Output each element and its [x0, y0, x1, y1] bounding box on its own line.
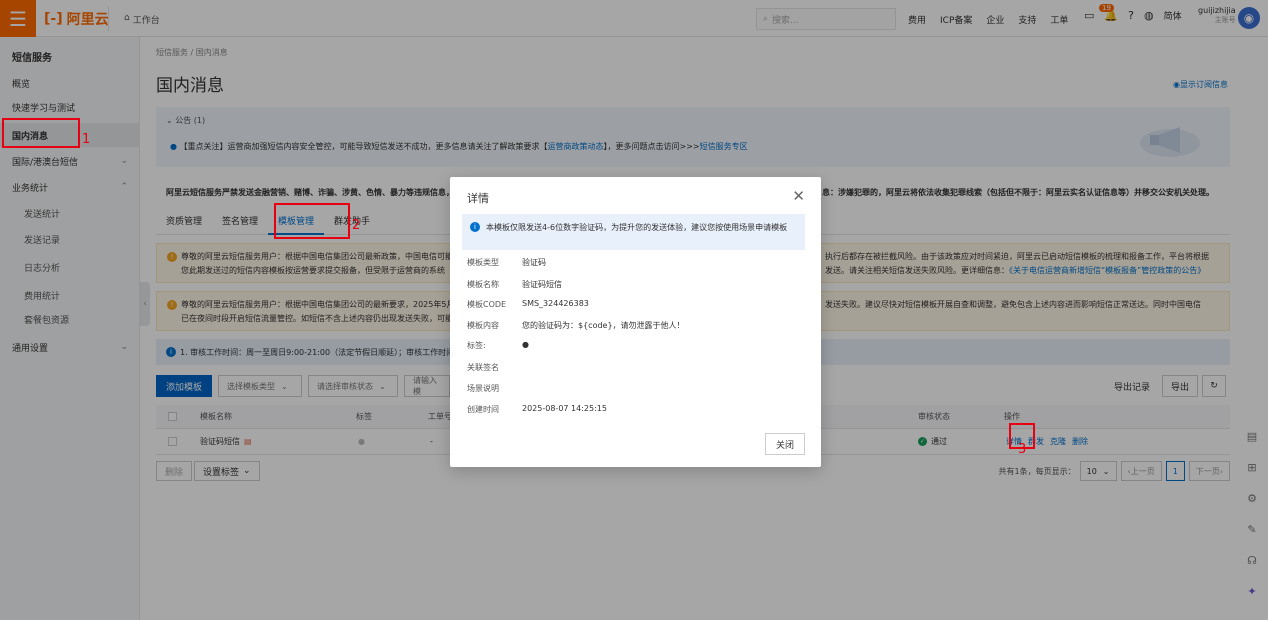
field-template-name: 模板名称 验证码短信 [467, 280, 562, 289]
annotation-box-1 [2, 118, 80, 148]
annotation-number-1: 1 [82, 132, 91, 147]
dialog-info-banner: i 本模板仅限发送4-6位数字验证码，为提升您的发送体验，建议您按使用场景申请模… [462, 214, 805, 250]
annotation-number-2: 2 [352, 218, 361, 233]
annotation-box-2 [274, 203, 350, 239]
annotation-number-3: 3 [1018, 442, 1027, 457]
close-icon[interactable]: ✕ [792, 187, 805, 205]
field-template-code: 模板CODE SMS_324426383 [467, 299, 589, 309]
dialog-title: 详情 [467, 192, 489, 205]
dialog-close-button[interactable]: 关闭 [764, 433, 805, 455]
field-scenario: 场景说明 [467, 384, 499, 393]
field-tags: 标签: ● [467, 340, 529, 351]
field-template-content: 模板内容 您的验证码为：${code}，请勿泄露于他人！ [467, 321, 685, 330]
info-icon: i [470, 222, 480, 232]
field-template-type: 模板类型 验证码 [467, 258, 546, 267]
detail-dialog: 详情 ✕ i 本模板仅限发送4-6位数字验证码，为提升您的发送体验，建议您按使用… [450, 177, 821, 467]
field-associated-signature: 关联签名 [467, 363, 499, 372]
field-created-time: 创建时间 2025-08-07 14:25:15 [467, 404, 607, 414]
tag-icon[interactable]: ● [522, 340, 529, 351]
